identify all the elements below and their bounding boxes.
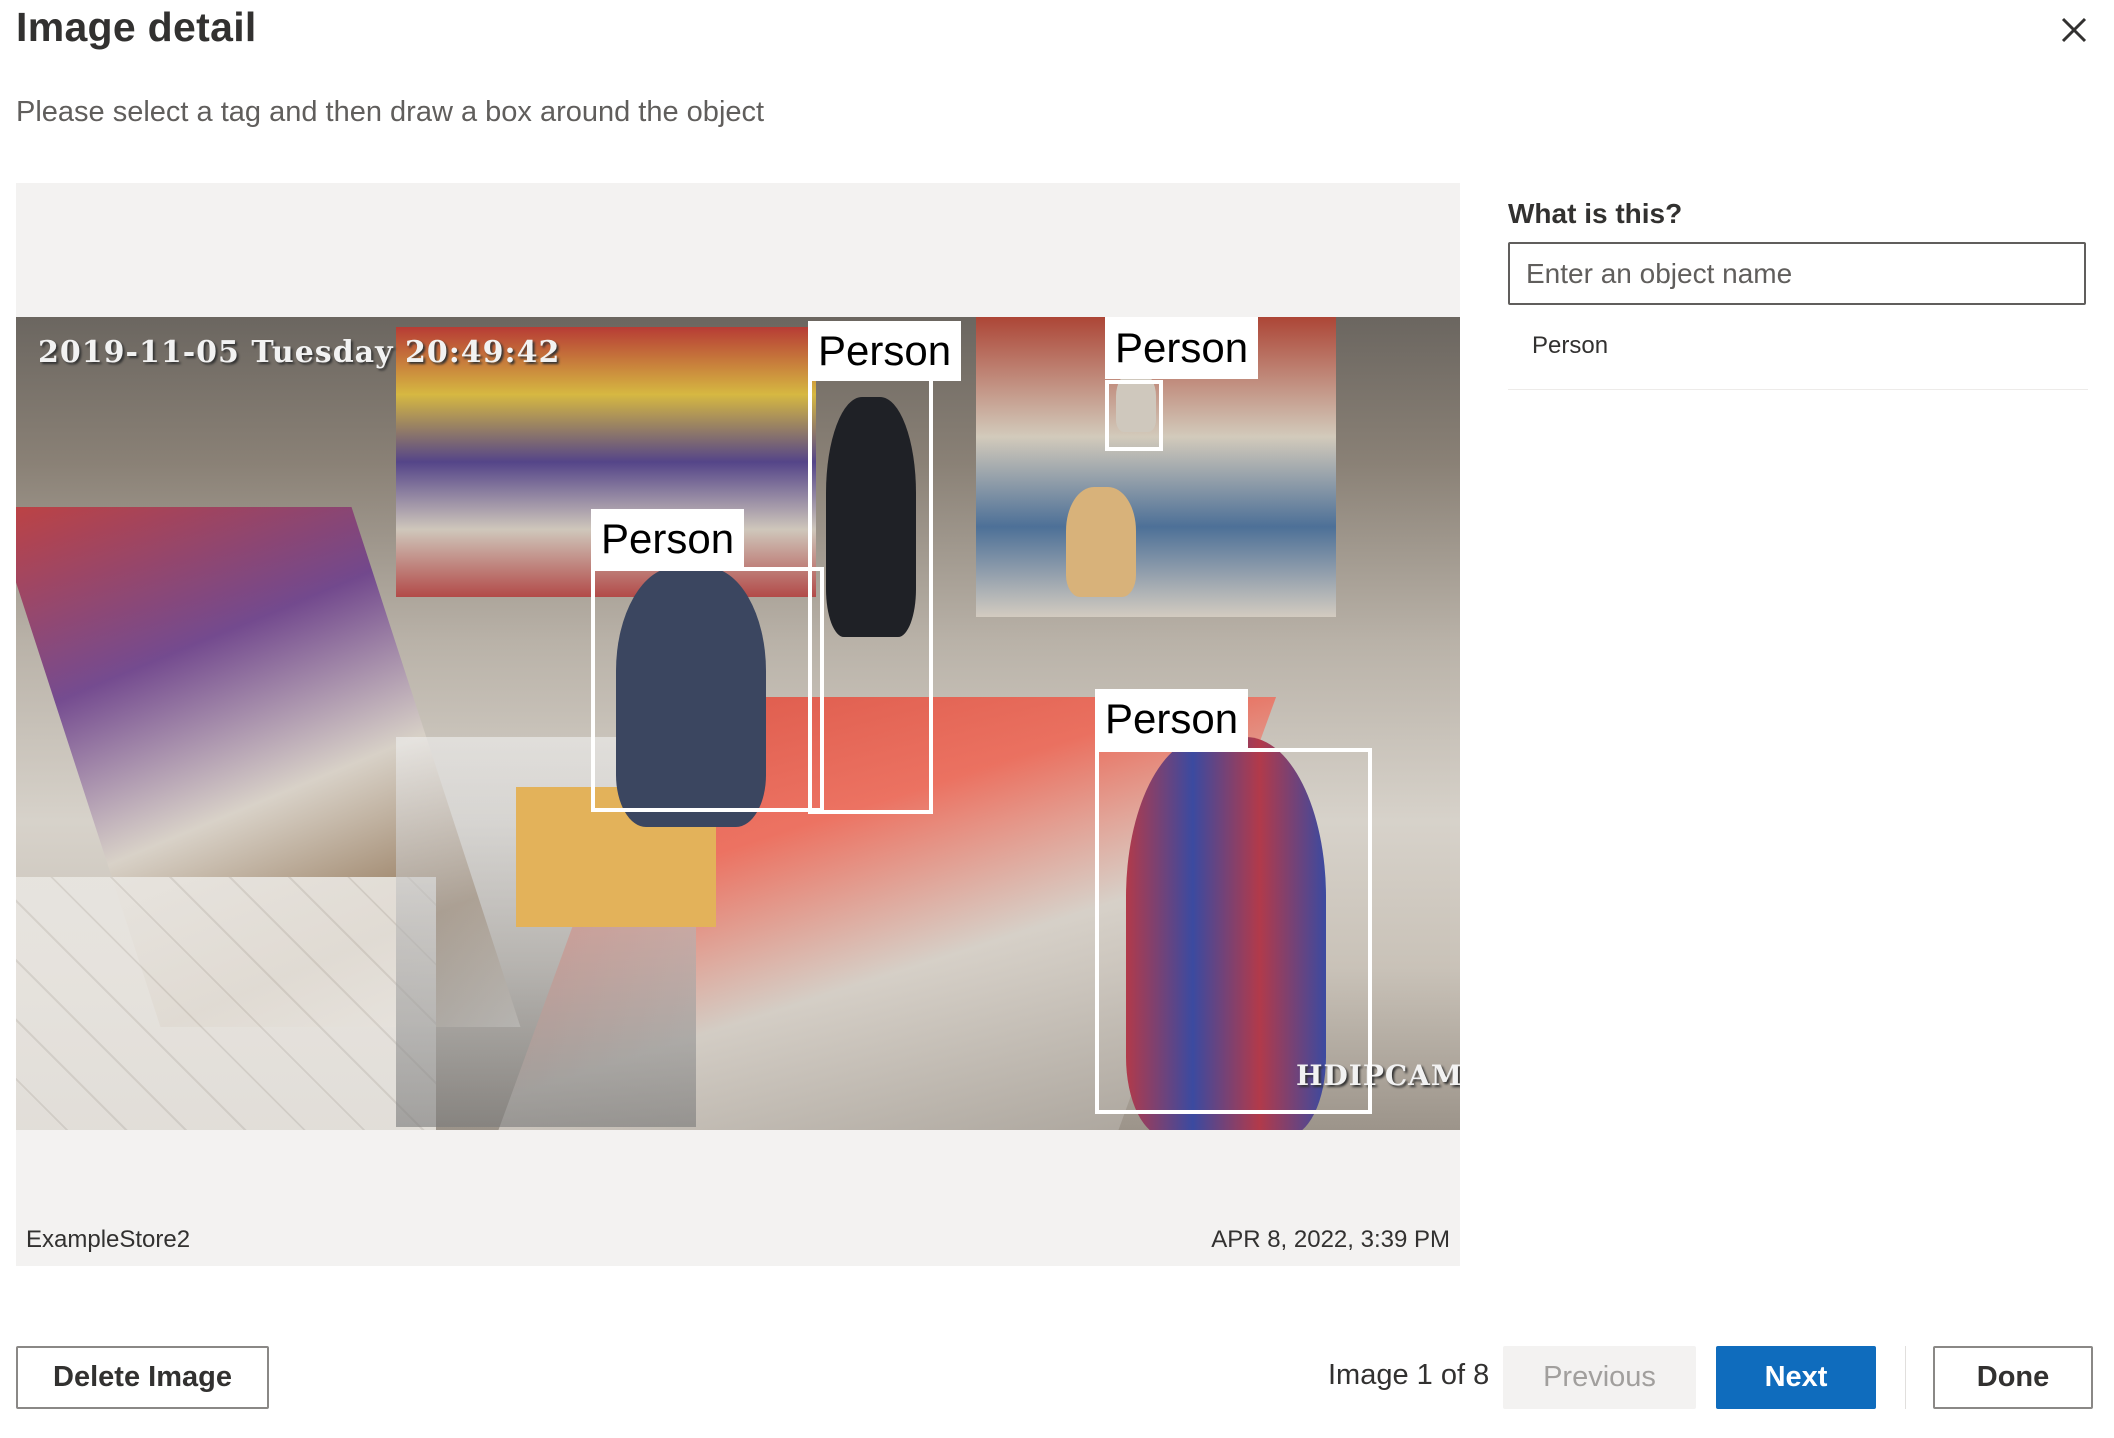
- floor: [16, 877, 436, 1130]
- bounding-box[interactable]: [1105, 380, 1163, 451]
- bounding-box-label: Person: [1105, 317, 1259, 379]
- tag-heading: What is this?: [1508, 198, 1683, 229]
- image-canvas[interactable]: 2019-11-05 Tuesday 20:49:42 HDIPCAM Pers…: [16, 317, 1460, 1130]
- delete-image-button[interactable]: Delete Image: [16, 1346, 269, 1409]
- bounding-box[interactable]: [808, 377, 933, 814]
- next-button[interactable]: Next: [1716, 1346, 1876, 1409]
- bounding-box-label: Person: [808, 321, 962, 381]
- dialog-subtitle: Please select a tag and then draw a box …: [16, 96, 765, 128]
- done-button[interactable]: Done: [1933, 1346, 2093, 1409]
- bounding-box[interactable]: [591, 567, 824, 812]
- object-name-input[interactable]: [1508, 242, 2086, 305]
- image-timestamp: APR 8, 2022, 3:39 PM: [1211, 1226, 1450, 1253]
- bounding-box-label: Person: [1095, 689, 1249, 749]
- bounding-box[interactable]: [1095, 748, 1372, 1114]
- dialog-title: Image detail: [16, 4, 257, 50]
- pager-text: Image 1 of 8: [1328, 1359, 1490, 1391]
- close-icon: [2061, 17, 2087, 43]
- image-source-name: ExampleStore2: [26, 1226, 191, 1253]
- image-panel: 2019-11-05 Tuesday 20:49:42 HDIPCAM Pers…: [16, 183, 1460, 1266]
- tag-item-person[interactable]: Person: [1508, 318, 2088, 390]
- previous-button[interactable]: Previous: [1503, 1346, 1696, 1409]
- footer-divider: [1905, 1346, 1906, 1409]
- camera-datetime-overlay: 2019-11-05 Tuesday 20:49:42: [38, 335, 561, 370]
- close-button[interactable]: [2052, 8, 2096, 52]
- dog-figure: [1066, 487, 1136, 597]
- image-detail-dialog: Image detail Please select a tag and the…: [0, 0, 2114, 1438]
- bounding-box-label: Person: [591, 509, 745, 569]
